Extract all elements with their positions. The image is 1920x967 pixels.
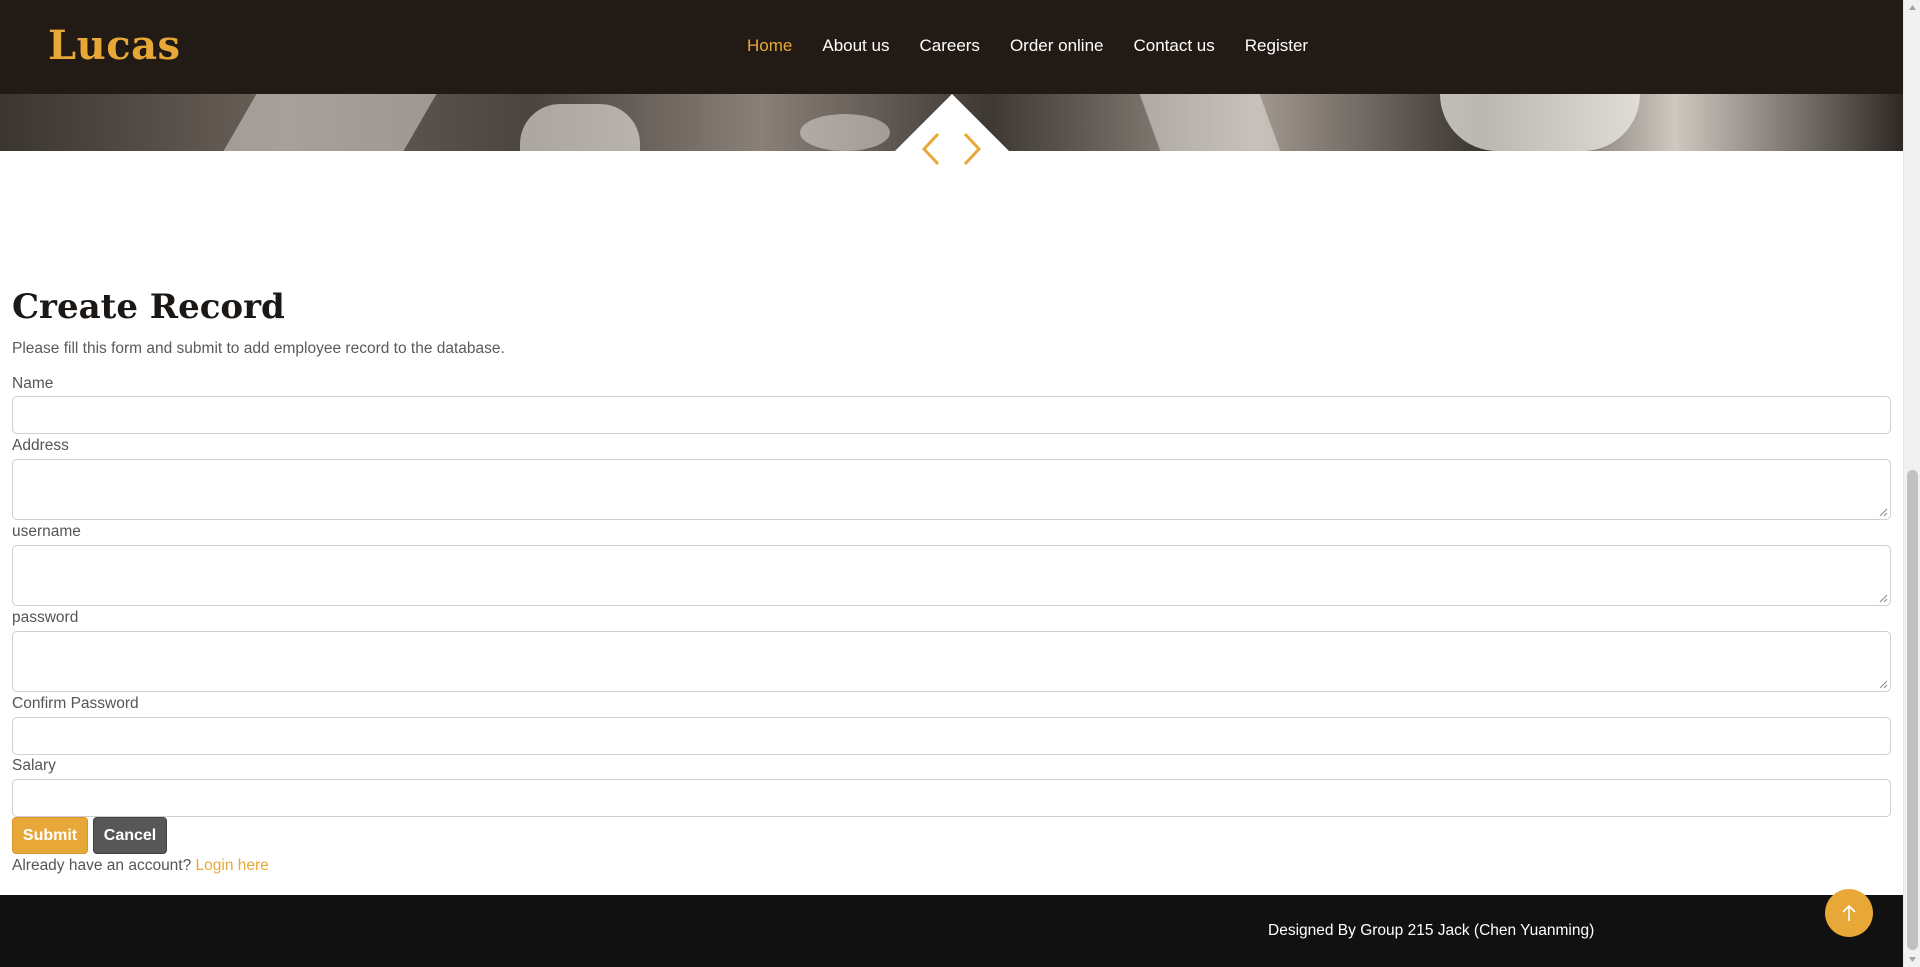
login-prompt-text: Already have an account?	[12, 857, 192, 874]
main-nav: Home About us Careers Order online Conta…	[747, 36, 1338, 56]
password-field[interactable]	[12, 631, 1891, 692]
address-textarea[interactable]	[13, 460, 1890, 519]
site-logo[interactable]: Lucas	[48, 22, 181, 69]
name-label: Name	[12, 375, 54, 392]
password-label: password	[12, 609, 79, 626]
arrow-up-icon	[1842, 904, 1856, 921]
nav-careers[interactable]: Careers	[919, 36, 979, 56]
salary-label: Salary	[12, 757, 56, 774]
site-header: Lucas Home About us Careers Order online…	[0, 0, 1903, 94]
scroll-up-arrow-icon[interactable]	[1908, 3, 1917, 12]
address-field[interactable]	[12, 459, 1891, 520]
site-footer: Designed By Group 215 Jack (Chen Yuanmin…	[0, 895, 1903, 967]
submit-button[interactable]: Submit	[12, 817, 88, 854]
scroll-down-arrow-icon[interactable]	[1908, 955, 1917, 964]
chevron-right-icon[interactable]	[961, 132, 983, 166]
username-label: username	[12, 523, 81, 540]
resize-grip-icon[interactable]	[1878, 679, 1888, 689]
login-link[interactable]: Login here	[196, 857, 269, 874]
scrollbar-thumb[interactable]	[1907, 470, 1918, 950]
nav-contact-us[interactable]: Contact us	[1134, 36, 1215, 56]
hero-notch	[895, 94, 1009, 151]
cancel-button[interactable]: Cancel	[93, 817, 167, 854]
nav-about-us[interactable]: About us	[822, 36, 889, 56]
create-record-form: Create Record Please fill this form and …	[12, 285, 1891, 874]
resize-grip-icon[interactable]	[1878, 507, 1888, 517]
confirm-password-label: Confirm Password	[12, 695, 139, 712]
chevron-left-icon[interactable]	[920, 132, 942, 166]
back-to-top-button[interactable]	[1825, 889, 1873, 937]
confirm-password-field[interactable]	[12, 717, 1891, 755]
resize-grip-icon[interactable]	[1878, 593, 1888, 603]
page-title: Create Record	[12, 287, 285, 327]
footer-credit: Designed By Group 215 Jack (Chen Yuanmin…	[1268, 922, 1595, 939]
form-description: Please fill this form and submit to add …	[12, 340, 505, 357]
confirm-password-input[interactable]	[13, 718, 1890, 754]
address-label: Address	[12, 437, 69, 454]
nav-home[interactable]: Home	[747, 36, 792, 56]
login-prompt: Already have an account? Login here	[12, 856, 269, 876]
vertical-scrollbar[interactable]	[1903, 0, 1920, 967]
name-field[interactable]	[12, 396, 1891, 434]
username-field[interactable]	[12, 545, 1891, 606]
username-textarea[interactable]	[13, 546, 1890, 605]
nav-register[interactable]: Register	[1245, 36, 1308, 56]
salary-input[interactable]	[13, 780, 1890, 816]
nav-order-online[interactable]: Order online	[1010, 36, 1104, 56]
salary-field[interactable]	[12, 779, 1891, 817]
name-input[interactable]	[13, 397, 1890, 433]
page: Lucas Home About us Careers Order online…	[0, 0, 1920, 967]
password-textarea[interactable]	[13, 632, 1890, 691]
